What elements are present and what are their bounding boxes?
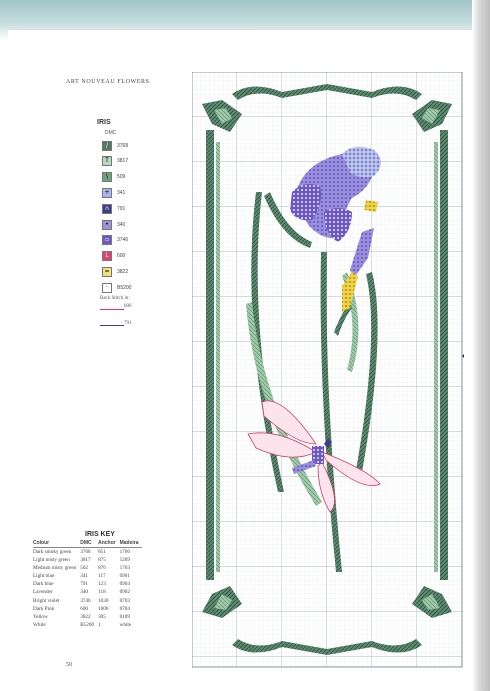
legend-code: 791 (117, 205, 126, 212)
page-number: 50 (66, 662, 72, 668)
legend-code: 341 (117, 189, 126, 196)
key-row: White B5200 1 white (33, 621, 142, 629)
key-colour: Dark smoky green (33, 549, 72, 555)
legend-item: / 3768 (102, 140, 129, 151)
legend-code: 3817 (117, 158, 129, 165)
key-dmc: 3817 (80, 557, 91, 564)
key-title: IRIS KEY (85, 531, 115, 538)
key-anchor: 1 (98, 621, 101, 628)
legend-code: 3822 (117, 268, 129, 275)
key-madeira: 0704 (119, 605, 130, 612)
legend-symbol: L (102, 251, 112, 262)
key-colour: Light misty green (33, 557, 70, 564)
legend-code: 3768 (117, 142, 129, 149)
legend-item: · B5200 (102, 282, 132, 293)
key-anchor: 117 (98, 573, 106, 580)
key-madeira: 0901 (119, 573, 130, 580)
key-row: Medium misty green 502 876 1703 (33, 564, 142, 572)
legend-thread-brand: DMC (105, 130, 117, 136)
key-anchor: 876 (98, 565, 106, 572)
backstitch-line-791 (100, 325, 124, 326)
key-dmc: 341 (80, 573, 89, 580)
legend-item: T 3817 (102, 156, 129, 167)
legend-item: \ 509 (102, 172, 126, 183)
key-colour: Medium misty green (33, 565, 77, 572)
key-colour: Bright violet (33, 597, 60, 604)
key-madeira: 0703 (119, 597, 130, 604)
key-row: Dark smoky green 3768 851 1706 (33, 548, 142, 557)
col-anchor: Anchor (98, 540, 116, 546)
legend-symbol: · (102, 282, 112, 293)
legend-code: 600 (117, 253, 126, 260)
legend-code: B5200 (117, 284, 132, 291)
key-row: Light blue 341 117 0901 (33, 572, 142, 580)
legend-symbol: ∩ (102, 203, 112, 214)
legend-code: 3746 (117, 237, 129, 244)
book-spine-shadow (472, 0, 490, 691)
legend-code: 509 (117, 174, 126, 181)
key-anchor: 851 (98, 549, 106, 555)
col-madeira: Madeira (119, 540, 139, 546)
key-anchor: 875 (98, 557, 106, 564)
key-dmc: 502 (80, 565, 89, 572)
key-header-row: Colour DMC Anchor Madeira (33, 540, 143, 548)
key-dmc: 3746 (80, 597, 91, 604)
legend-symbol: / (102, 140, 112, 151)
legend-symbol: T (102, 156, 112, 167)
key-anchor: 118 (98, 589, 106, 596)
legend-item: • 340 (102, 219, 126, 230)
legend-item: L 600 (102, 251, 126, 262)
legend-item: = 3822 (102, 266, 129, 277)
legend-symbol: \ (102, 172, 112, 183)
key-dmc: 3822 (80, 613, 91, 620)
key-row: Dark blue 791 123 0904 (33, 580, 142, 588)
key-colour: Dark Pink (33, 605, 55, 612)
key-madeira: 1706 (119, 549, 130, 555)
key-colour: Lavender (33, 589, 53, 596)
key-row: Yellow 3822 305 0109 (33, 613, 142, 621)
legend-item: ▫ 3746 (102, 235, 129, 246)
key-anchor: 123 (98, 581, 106, 588)
key-colour: Light blue (33, 573, 55, 580)
key-anchor: 1006 (98, 605, 109, 612)
key-madeira: 0109 (119, 613, 130, 620)
backstitch-label: Back Stitch in: (100, 296, 130, 301)
backstitch-code-600: 600 (124, 304, 132, 309)
legend-title: IRIS (97, 119, 111, 126)
key-row: Light misty green 3817 875 1209 (33, 556, 142, 564)
key-madeira: 1209 (119, 557, 130, 564)
key-anchor: 305 (98, 613, 106, 620)
backstitch-line-600 (100, 309, 124, 310)
key-madeira: 0902 (119, 589, 130, 596)
key-madeira: 1703 (119, 565, 130, 572)
legend-symbol: ▫ (102, 235, 112, 246)
col-colour: Colour (33, 540, 50, 546)
thread-key-table: Colour DMC Anchor Madeira Dark smoky gre… (33, 540, 143, 629)
key-madeira: white (119, 621, 132, 628)
col-dmc: DMC (80, 540, 92, 546)
key-dmc: B5200 (80, 621, 95, 628)
key-colour: White (33, 621, 46, 628)
legend-item: +341 (102, 187, 126, 198)
key-anchor: 1030 (98, 597, 109, 604)
legend-symbol: + (102, 187, 112, 198)
key-dmc: 3768 (80, 549, 91, 555)
key-dmc: 600 (80, 605, 89, 612)
backstitch-code-791: 791 (124, 321, 132, 326)
legend-item: ∩ 791 (102, 203, 126, 214)
section-header: ART NOUVEAU FLOWERS (66, 79, 150, 85)
legend-symbol: = (102, 266, 112, 277)
legend-symbol: • (102, 219, 112, 230)
key-row: Lavender 340 118 0902 (33, 588, 142, 596)
cross-stitch-chart (192, 72, 464, 668)
key-colour: Yellow (33, 613, 48, 620)
legend-code: 340 (117, 221, 126, 228)
key-colour: Dark blue (33, 581, 54, 588)
key-dmc: 340 (80, 589, 89, 596)
key-madeira: 0904 (119, 581, 130, 588)
key-dmc: 791 (80, 581, 89, 588)
key-row: Bright violet 3746 1030 0703 (33, 597, 142, 605)
key-row: Dark Pink 600 1006 0704 (33, 605, 142, 613)
